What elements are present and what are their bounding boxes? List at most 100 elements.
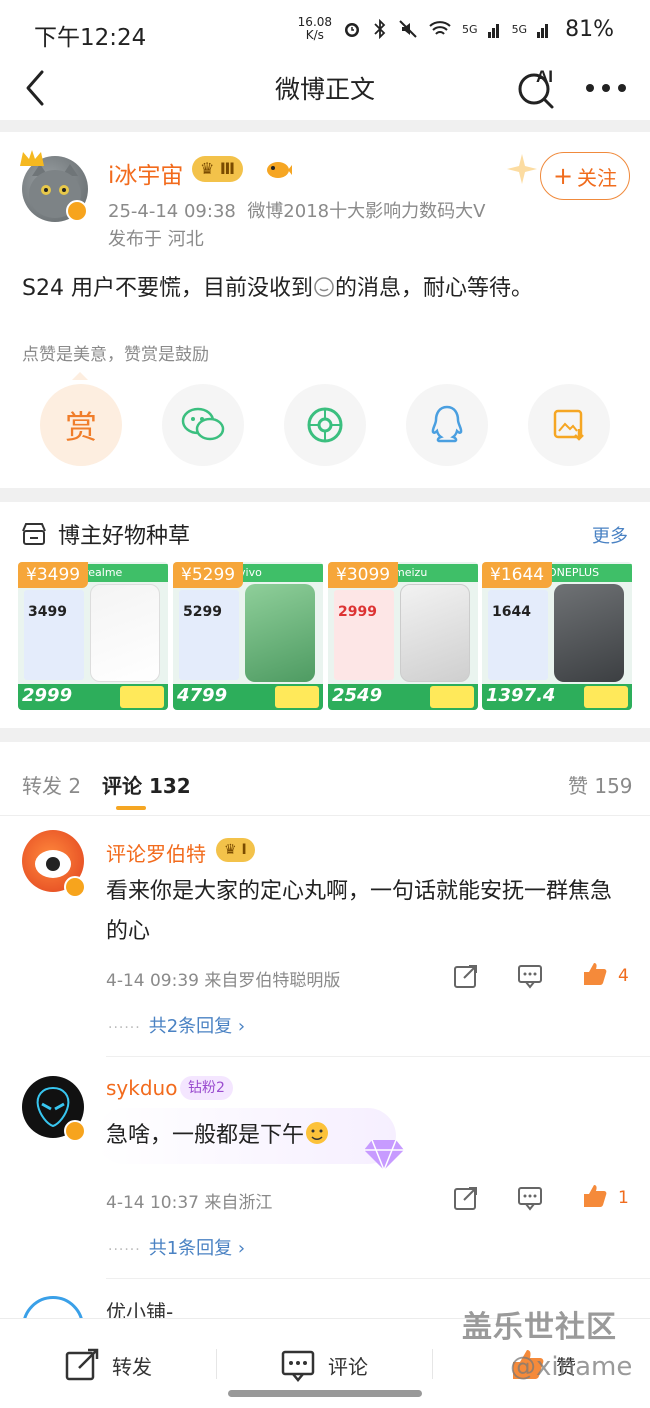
view-replies-link[interactable]: ······ 共1条回复 › [108,1234,245,1260]
price-tag: ¥3499 [18,562,89,588]
comment-meta: 4-14 10:37 来自浙江 [106,1193,273,1213]
section-divider [0,488,650,502]
view-replies-link[interactable]: ······ 共2条回复 › [108,1012,245,1038]
author-name[interactable]: i冰宇宙 [108,156,183,190]
repost-icon [65,1348,99,1381]
repost-icon[interactable] [452,1184,480,1212]
save-image-button[interactable] [528,384,610,466]
brand-label: vivo [233,564,323,582]
commenter-name[interactable]: 评论罗伯特 [106,838,206,867]
good-card[interactable]: vivo ¥5299 5299 4799 [173,562,323,710]
watermark: 盖乐世社区 [462,1310,617,1345]
alarm-icon [345,23,360,37]
section-divider [0,120,650,132]
like-icon[interactable] [580,960,608,988]
fan-badge: 钻粉2 [180,1076,233,1100]
signal-icon [537,24,549,38]
comment-divider [106,1056,650,1057]
promo-card: 1644 [488,590,548,680]
bar-divider [216,1349,217,1379]
commenter-name[interactable]: sykduo [106,1076,177,1100]
image-download-icon [553,409,584,441]
bluetooth-icon [374,19,386,39]
comment-divider [106,1278,650,1279]
verified-badge-icon [66,200,88,222]
user-level-badge: ♛ Ⅰ [216,838,255,862]
status-bar: 下午12:24 16.08 K/s 5G 5G 81% [0,0,650,62]
tabs-divider [0,815,650,816]
bar-divider [432,1349,433,1379]
fish-badge-icon [267,162,292,178]
deal-bar: 2549 [328,684,478,710]
price-tag: ¥1644 [482,562,553,588]
good-card[interactable]: realme ¥3499 3499 2999 [18,562,168,710]
good-card[interactable]: ONEPLUS ¥1644 1644 1397.4 [482,562,632,710]
deal-bar: 2999 [18,684,168,710]
comment-icon[interactable] [516,1184,544,1212]
diamond-decoration-icon [364,1139,404,1172]
promo-card: 5299 [179,590,239,680]
ai-search-button[interactable]: AI [514,64,560,110]
repost-button[interactable]: 转发 [64,1347,152,1383]
tab-likes[interactable]: 赞 159 [568,770,633,799]
author-avatar[interactable] [20,150,90,222]
qq-icon [431,405,463,443]
status-time: 下午12:24 [34,25,147,51]
moments-icon [307,407,343,443]
like-icon[interactable] [580,1182,608,1210]
drooling-emoji-icon [306,1122,329,1144]
comment-icon[interactable] [516,962,544,990]
wifi-icon [429,21,451,35]
signal-5g-2: 5G [511,22,528,36]
like-count: 1 [618,1188,629,1208]
share-row: 赏 [40,384,610,466]
price-tag: ¥5299 [173,562,244,588]
mute-icon [399,20,417,38]
post-location: 发布于 河北 [108,229,204,250]
comment-icon [281,1350,315,1382]
reward-button[interactable]: 赏 [40,384,122,466]
more-button[interactable] [582,64,630,110]
signal-5g-1: 5G [462,22,478,36]
goods-section-title: 博主好物种草 [20,518,190,550]
post-time-and-desc: 25-4-14 09:38 微博2018十大影响力数码大V [108,201,486,222]
user-level-badge: ♛ Ⅲ [192,156,244,182]
goods-more-link[interactable]: 更多 [592,522,628,548]
promo-card: 3499 [24,590,84,680]
section-divider [0,728,650,742]
pointer-triangle-icon [72,372,88,380]
reward-hint: 点赞是美意，赞赏是鼓励 [22,345,209,365]
brand-label: ONEPLUS [542,564,632,582]
brand-label: realme [78,564,168,582]
phone-image [554,584,624,682]
network-speed: 16.08 K/s [297,15,333,42]
active-tab-indicator [116,806,146,810]
home-indicator[interactable] [228,1390,422,1397]
tab-comments[interactable]: 评论 132 [102,770,191,799]
share-wechat-button[interactable] [162,384,244,466]
signal-icon [487,24,499,38]
share-qq-button[interactable] [406,384,488,466]
phone-image [90,584,160,682]
repost-icon[interactable] [452,962,480,990]
promo-card: 2999 [334,590,394,680]
status-icons: 16.08 K/s 5G 5G 81% [298,16,614,42]
comment-button[interactable]: 评论 [280,1347,368,1383]
goods-row: realme ¥3499 3499 2999 vivo ¥5299 5299 4… [18,562,632,710]
watermark: @xiname [510,1352,633,1382]
comment-meta: 4-14 09:39 来自罗伯特聪明版 [106,971,341,991]
share-moments-button[interactable] [284,384,366,466]
plus-icon: + [552,162,574,190]
follow-button[interactable]: + 关注 [540,152,630,200]
post-text: S24 用户不要慌，目前没收到 的消息，耐心等待。 [22,276,533,301]
top-nav: 微博正文 AI [0,62,650,120]
brand-label: meizu [388,564,478,582]
deal-bar: 4799 [173,684,323,710]
ai-search-icon: AI [518,67,554,109]
phone-image [400,584,470,682]
more-dots-icon [586,84,626,92]
like-count: 4 [618,966,629,986]
price-tag: ¥3099 [328,562,399,588]
tab-repost[interactable]: 转发 2 [22,770,81,799]
good-card[interactable]: meizu ¥3099 2999 2549 [328,562,478,710]
